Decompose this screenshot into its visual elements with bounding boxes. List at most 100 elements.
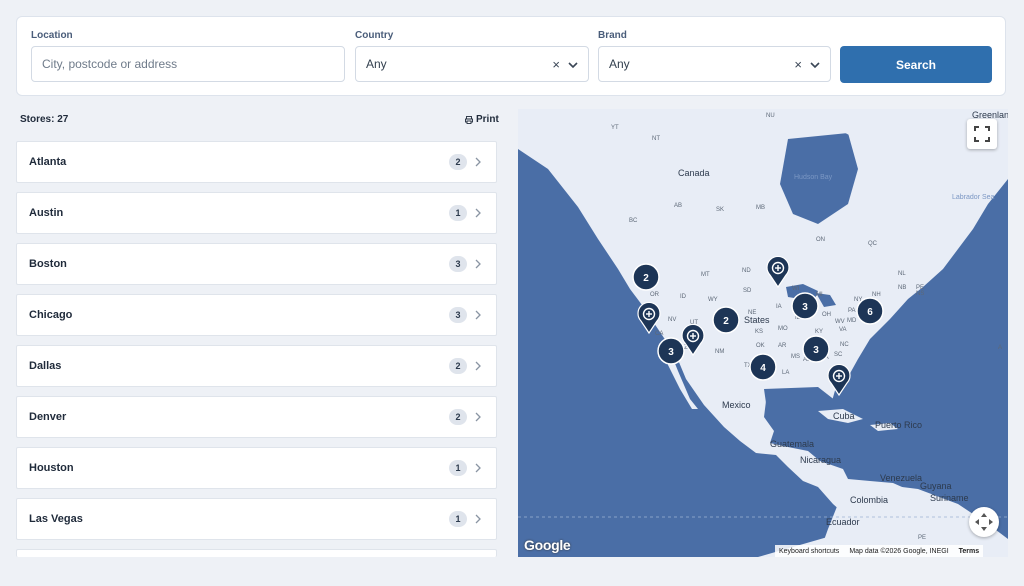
svg-text:MS: MS [791, 354, 800, 360]
svg-text:MT: MT [701, 272, 710, 278]
store-list[interactable]: Atlanta 2 Austin 1 Boston 3 Chicago 3 Da… [16, 141, 497, 557]
label-venezuela: Venezuela [880, 473, 922, 483]
svg-text:NM: NM [715, 349, 724, 355]
chevron-right-icon [475, 412, 481, 422]
label-hudson-bay: Hudson Bay [794, 174, 833, 181]
fullscreen-icon [974, 126, 990, 142]
chevron-right-icon [475, 157, 481, 167]
svg-text:KY: KY [815, 329, 823, 335]
store-row[interactable]: Houston 1 [16, 447, 497, 489]
svg-text:SD: SD [743, 288, 752, 294]
svg-text:3: 3 [668, 347, 674, 358]
camera-control-button[interactable] [969, 507, 999, 537]
store-name: Denver [29, 411, 67, 423]
label-ecuador: Ecuador [826, 517, 860, 527]
print-button[interactable]: Print [465, 114, 499, 125]
label-colombia: Colombia [850, 495, 888, 505]
store-name: Austin [29, 207, 64, 219]
label-canada: Canada [678, 168, 710, 178]
store-name: Las Vegas [29, 513, 83, 525]
map-attribution: Keyboard shortcuts Map data ©2026 Google… [775, 545, 984, 557]
label-cuba: Cuba [833, 411, 855, 421]
svg-text:MB: MB [756, 205, 765, 211]
chevron-right-icon [475, 361, 481, 371]
store-row[interactable]: Denver 2 [16, 396, 497, 438]
search-button[interactable]: Search [840, 46, 992, 83]
svg-text:MD: MD [847, 318, 857, 324]
store-map[interactable]: Canada States Mexico Cuba Puerto Rico Gu… [518, 109, 1008, 557]
store-name: Chicago [29, 309, 73, 321]
svg-text:SC: SC [834, 352, 843, 358]
svg-text:4: 4 [760, 363, 766, 374]
cluster-marker[interactable]: 2 [632, 263, 660, 291]
store-row[interactable]: Austin 1 [16, 192, 497, 234]
chevron-right-icon [475, 259, 481, 269]
store-count-badge: 3 [449, 256, 467, 272]
svg-text:WV: WV [835, 319, 845, 325]
chevron-right-icon [475, 208, 481, 218]
svg-text:NE: NE [748, 310, 756, 316]
fullscreen-button[interactable] [967, 119, 997, 149]
country-value: Any [366, 57, 387, 71]
svg-text:IA: IA [776, 304, 782, 310]
store-row[interactable]: Atlanta 2 [16, 141, 497, 183]
cluster-marker[interactable]: 2 [712, 306, 740, 334]
cluster-marker[interactable]: 3 [802, 335, 830, 363]
store-count-badge: 1 [449, 511, 467, 527]
keyboard-shortcuts-link[interactable]: Keyboard shortcuts [779, 548, 839, 555]
label-puerto-rico: Puerto Rico [875, 420, 922, 430]
store-count-badge: 2 [449, 154, 467, 170]
country-select[interactable]: Any × [355, 46, 589, 82]
svg-text:WY: WY [708, 297, 718, 303]
chevron-right-icon [475, 310, 481, 320]
store-name: Atlanta [29, 156, 67, 168]
svg-text:ID: ID [680, 294, 687, 300]
pan-control-icon [975, 513, 993, 531]
svg-text:QC: QC [868, 241, 878, 247]
label-mexico: Mexico [722, 400, 751, 410]
store-name: Houston [29, 462, 74, 474]
svg-text:NT: NT [652, 136, 660, 142]
svg-text:NL: NL [898, 271, 906, 277]
chevron-down-icon [810, 62, 820, 69]
svg-text:PA: PA [848, 308, 856, 314]
store-row[interactable]: Dallas 2 [16, 345, 497, 387]
svg-text:AR: AR [778, 343, 787, 349]
store-filter-panel: Location City, postcode or address Count… [16, 16, 1006, 96]
svg-text:NV: NV [668, 317, 676, 323]
svg-text:OK: OK [756, 343, 765, 349]
cluster-marker[interactable]: 3 [657, 337, 685, 365]
svg-text:3: 3 [802, 302, 808, 313]
svg-text:VA: VA [839, 327, 847, 333]
location-input[interactable]: City, postcode or address [31, 46, 345, 82]
svg-text:PE: PE [918, 535, 926, 541]
svg-text:A: A [998, 345, 1002, 351]
cluster-marker[interactable]: 4 [749, 353, 777, 381]
country-label: Country [355, 30, 394, 41]
brand-value: Any [609, 57, 630, 71]
store-name: Dallas [29, 360, 62, 372]
brand-clear-icon[interactable]: × [794, 57, 802, 72]
print-label: Print [476, 114, 499, 125]
terms-link[interactable]: Terms [959, 548, 980, 555]
store-row[interactable]: Chicago 3 [16, 294, 497, 336]
location-placeholder: City, postcode or address [42, 57, 178, 71]
store-row[interactable]: Las Vegas 1 [16, 498, 497, 540]
country-clear-icon[interactable]: × [552, 57, 560, 72]
store-row[interactable]: Boston 3 [16, 243, 497, 285]
store-count-badge: 2 [449, 358, 467, 374]
cluster-marker[interactable]: 6 [856, 297, 884, 325]
svg-text:2: 2 [723, 316, 729, 327]
label-guatemala: Guatemala [770, 439, 814, 449]
map-canvas[interactable]: Canada States Mexico Cuba Puerto Rico Gu… [518, 109, 1008, 557]
label-united-states: States [744, 315, 770, 325]
svg-text:ND: ND [742, 268, 751, 274]
svg-text:3: 3 [813, 345, 819, 356]
cluster-marker[interactable]: 3 [791, 292, 819, 320]
store-count-badge: 3 [449, 307, 467, 323]
map-data-text: Map data ©2026 Google, INEGI [849, 547, 949, 555]
svg-text:NH: NH [872, 292, 881, 298]
brand-select[interactable]: Any × [598, 46, 831, 82]
chevron-right-icon [475, 463, 481, 473]
store-row[interactable] [16, 549, 497, 557]
